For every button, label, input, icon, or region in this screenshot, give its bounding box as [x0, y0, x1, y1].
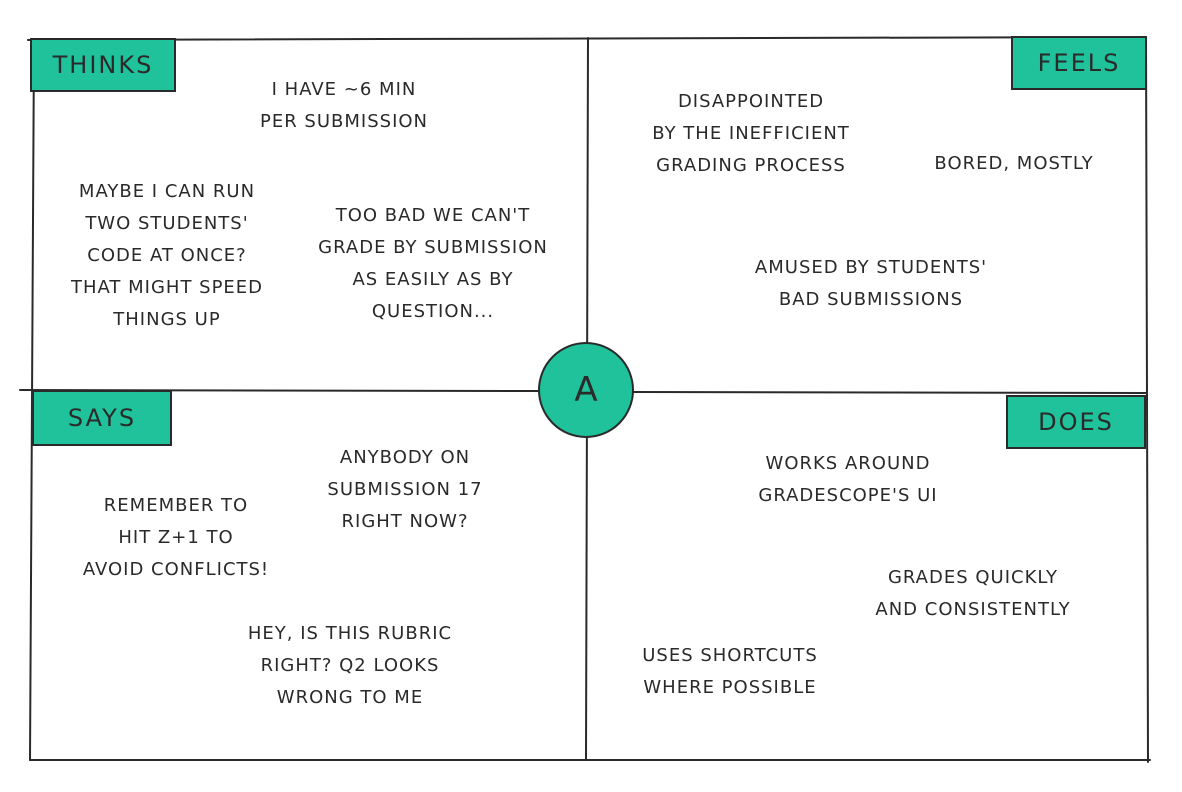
says-note: REMEMBER TO HIT Z+1 TO AVOID CONFLICTS! — [82, 495, 270, 580]
does-note: USES SHORTCUTS WHERE POSSIBLE — [642, 645, 818, 698]
does-note: WORKS AROUND GRADESCOPE'S UI — [758, 453, 938, 506]
center-label: A — [574, 370, 598, 410]
thinks-note: I HAVE ~6 MIN PER SUBMISSION — [259, 79, 429, 132]
label-thinks: THINKS — [30, 38, 176, 92]
does-note: GRADES QUICKLY AND CONSISTENTLY — [875, 567, 1071, 620]
empathy-map: THINKS FEELS SAYS DOES I HAVE ~6 MIN PER… — [0, 0, 1182, 792]
feels-note: DISAPPOINTED BY THE INEFFICIENT GRADING … — [652, 91, 850, 176]
says-note: ANYBODY ON SUBMISSION 17 RIGHT NOW? — [327, 447, 483, 532]
says-note: HEY, IS THIS RUBRIC RIGHT? Q2 LOOKS WRON… — [247, 623, 453, 708]
thinks-note: MAYBE I CAN RUN TWO STUDENTS' CODE AT ON… — [70, 181, 264, 330]
feels-note: AMUSED BY STUDENTS' BAD SUBMISSIONS — [754, 257, 988, 310]
feels-note: BORED, MOSTLY — [934, 153, 1094, 174]
label-says: SAYS — [32, 390, 172, 446]
label-does: DOES — [1006, 395, 1146, 449]
center-circle: A — [538, 342, 634, 438]
label-feels: FEELS — [1011, 36, 1147, 90]
thinks-note: TOO BAD WE CAN'T GRADE BY SUBMISSION AS … — [318, 205, 548, 322]
